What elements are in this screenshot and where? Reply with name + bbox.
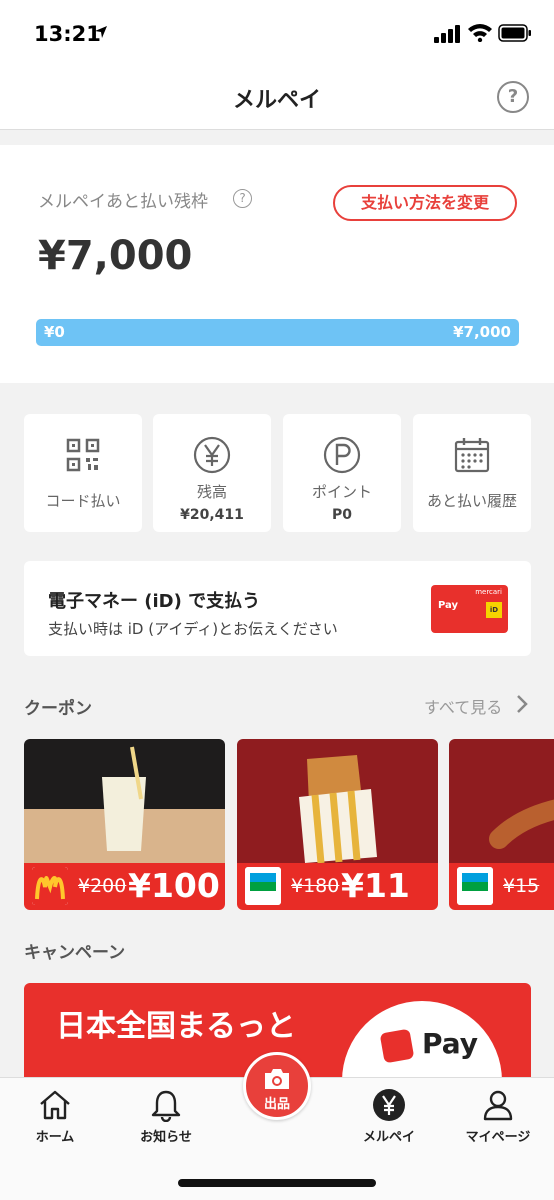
id-electronic-money-card[interactable]: 電子マネー (iD) で支払う 支払い時は iD (アイディ)とお伝えください … bbox=[24, 561, 531, 656]
qr-code-icon bbox=[66, 438, 100, 472]
status-time: 13:21 bbox=[34, 22, 101, 46]
sell-button[interactable]: 出品 bbox=[243, 1052, 311, 1120]
coupon-new-price: ¥100 bbox=[128, 866, 220, 905]
merpay-card-image: mercari Pay iD bbox=[431, 585, 508, 633]
card-pay-text: Pay bbox=[438, 600, 459, 611]
tile-label: コード払い bbox=[45, 492, 121, 510]
wifi-icon bbox=[468, 24, 492, 42]
status-bar: 13:21 bbox=[0, 0, 554, 66]
credit-amount: ¥7,000 bbox=[38, 233, 193, 279]
home-icon bbox=[40, 1090, 70, 1120]
tab-notifications[interactable]: お知らせ bbox=[111, 1078, 221, 1158]
card-brand-text: mercari bbox=[475, 588, 502, 596]
coupon-carousel[interactable]: ¥200 ¥100 ¥180 ¥11 ¥15 bbox=[24, 739, 554, 910]
tab-mypage[interactable]: マイページ bbox=[443, 1078, 553, 1158]
help-icon[interactable]: ? bbox=[497, 81, 529, 113]
familymart-logo bbox=[245, 867, 281, 905]
coupon-price-strip: ¥180 ¥11 bbox=[237, 863, 438, 910]
calendar-icon bbox=[454, 438, 490, 473]
credit-progress-fill bbox=[36, 319, 519, 346]
tab-merpay[interactable]: メルペイ bbox=[334, 1078, 444, 1158]
familymart-logo bbox=[457, 867, 493, 905]
id-logo: iD bbox=[486, 602, 502, 618]
coupon-new-price: ¥11 bbox=[341, 866, 410, 905]
balance-value: ¥20,411 bbox=[180, 507, 244, 523]
tile-pay-later-history[interactable]: あと払い履歴 bbox=[413, 414, 531, 532]
id-card-subtitle: 支払い時は iD (アイディ)とお伝えください bbox=[48, 620, 338, 638]
coupons-heading: クーポン bbox=[24, 699, 92, 719]
camera-icon bbox=[265, 1069, 289, 1089]
tile-code-pay[interactable]: コード払い bbox=[24, 414, 142, 532]
points-circle-icon bbox=[323, 436, 361, 474]
tile-balance[interactable]: 残高 ¥20,411 bbox=[153, 414, 271, 532]
credit-balance-card: メルペイあと払い残枠 ? 支払い方法を変更 ¥7,000 ¥0 ¥7,000 bbox=[0, 145, 554, 383]
points-value: P0 bbox=[331, 507, 352, 523]
id-card-title: 電子マネー (iD) で支払う bbox=[48, 591, 261, 612]
bell-icon bbox=[151, 1090, 181, 1122]
divider bbox=[0, 131, 554, 145]
campaign-headline: 日本全国まるっと bbox=[56, 1009, 296, 1044]
tile-label: あと払い履歴 bbox=[426, 492, 517, 510]
bar-max-label: ¥7,000 bbox=[453, 323, 511, 341]
coupon-old-price: ¥15 bbox=[503, 875, 540, 897]
tab-label: メルペイ bbox=[362, 1130, 415, 1145]
home-indicator[interactable] bbox=[178, 1179, 376, 1187]
tile-label: 残高 bbox=[196, 483, 227, 501]
see-all-link[interactable]: すべて見る bbox=[424, 694, 502, 718]
tab-home[interactable]: ホーム bbox=[0, 1078, 110, 1158]
coupon-price-strip: ¥200 ¥100 bbox=[24, 863, 225, 910]
page-title: メルペイ bbox=[232, 88, 321, 113]
famichiki-image bbox=[237, 739, 438, 863]
coupon-old-price: ¥200 bbox=[78, 875, 127, 897]
tile-points[interactable]: ポイント P0 bbox=[283, 414, 401, 532]
yen-circle-icon bbox=[193, 436, 231, 474]
campaign-heading: キャンペーン bbox=[24, 943, 126, 963]
campaign-pay-text: Pay bbox=[422, 1027, 479, 1060]
coupon-old-price: ¥180 bbox=[291, 875, 340, 897]
merpay-logo-icon bbox=[379, 1028, 415, 1064]
user-icon bbox=[483, 1090, 513, 1121]
milkshake-image bbox=[24, 739, 225, 863]
chevron-right-icon[interactable] bbox=[515, 694, 529, 714]
credit-progress-bar: ¥0 ¥7,000 bbox=[36, 319, 519, 346]
battery-icon bbox=[498, 24, 531, 42]
location-arrow-icon bbox=[95, 26, 107, 38]
tab-label: ホーム bbox=[35, 1130, 75, 1145]
tile-label: ポイント bbox=[311, 483, 372, 501]
change-payment-method-button[interactable]: 支払い方法を変更 bbox=[333, 185, 517, 221]
nav-bar: メルペイ ? bbox=[0, 66, 554, 130]
credit-label: メルペイあと払い残枠 bbox=[38, 192, 208, 212]
tab-label: お知らせ bbox=[140, 1130, 192, 1145]
coupon-card[interactable]: ¥180 ¥11 bbox=[237, 739, 438, 910]
sausage-image bbox=[449, 739, 554, 863]
cellular-signal-icon bbox=[434, 25, 460, 43]
info-icon[interactable]: ? bbox=[233, 189, 252, 208]
yen-filled-icon bbox=[373, 1089, 405, 1121]
tab-label: マイページ bbox=[465, 1130, 531, 1145]
mcdonalds-logo bbox=[32, 867, 68, 905]
bar-min-label: ¥0 bbox=[44, 323, 65, 341]
coupon-price-strip: ¥15 bbox=[449, 863, 554, 910]
coupon-card[interactable]: ¥15 bbox=[449, 739, 554, 910]
quick-actions: コード払い 残高 ¥20,411 ポイント P0 あと払い履歴 bbox=[24, 414, 531, 532]
coupon-card[interactable]: ¥200 ¥100 bbox=[24, 739, 225, 910]
sell-label: 出品 bbox=[263, 1097, 290, 1112]
